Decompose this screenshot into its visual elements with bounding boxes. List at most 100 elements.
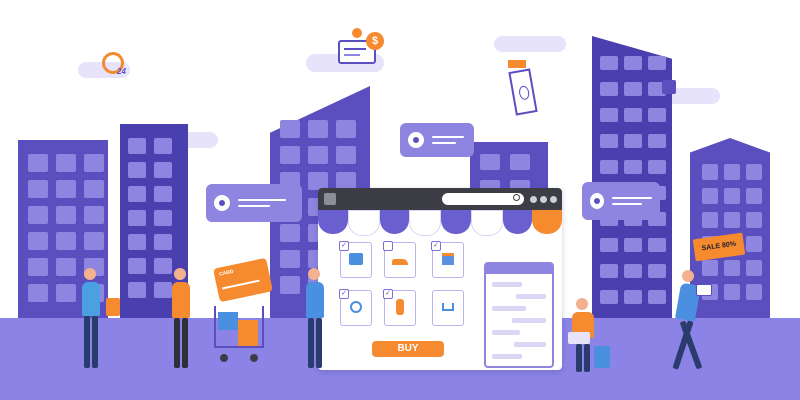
megaphone-icon <box>696 284 712 296</box>
building-window <box>128 234 146 250</box>
chat-bubble <box>582 182 660 220</box>
shoe-icon <box>392 259 408 265</box>
building-window <box>56 154 76 172</box>
product-tile[interactable]: ✓ <box>431 241 464 278</box>
window-dot <box>550 196 557 203</box>
building-window <box>702 164 718 180</box>
search-icon[interactable] <box>513 194 520 201</box>
window-dot <box>530 196 537 203</box>
building-window <box>746 236 762 252</box>
building-window <box>280 250 300 268</box>
building-window <box>624 290 642 304</box>
building-window <box>702 212 718 228</box>
building-window <box>154 186 172 202</box>
building-window <box>154 162 172 178</box>
building-window <box>128 138 146 154</box>
credit-card: CARD <box>213 257 273 303</box>
checkbox[interactable] <box>383 241 393 251</box>
building-window <box>154 234 172 250</box>
cashier <box>296 268 332 372</box>
tshirt-icon <box>349 253 363 265</box>
building-window <box>724 164 740 180</box>
building-window <box>28 232 48 250</box>
card-label: CARD <box>218 268 235 278</box>
building-window <box>56 206 76 224</box>
building-window <box>702 188 718 204</box>
building-window <box>724 212 740 228</box>
building-window <box>624 82 642 96</box>
search-input[interactable] <box>442 193 524 205</box>
building-window <box>648 160 666 174</box>
cloud <box>494 36 566 52</box>
buy-button[interactable]: BUY <box>372 341 444 357</box>
building-window <box>280 120 300 138</box>
building-window <box>624 134 642 148</box>
building-window <box>28 284 48 302</box>
building-window <box>600 108 618 122</box>
building-window <box>128 282 146 298</box>
product-tile[interactable] <box>432 290 464 326</box>
product-tile[interactable]: ✓ <box>339 289 372 326</box>
ring-icon <box>350 301 362 313</box>
dollar-coin-icon: $ <box>366 32 384 50</box>
building-window <box>84 232 104 250</box>
checkbox[interactable]: ✓ <box>431 241 441 251</box>
chat-bubble <box>206 184 302 222</box>
building-window <box>336 146 356 164</box>
store-awning <box>318 210 562 236</box>
building-window <box>28 206 48 224</box>
ecommerce-illustration: 24 $ ✓ ✓ ✓ ✓ BUY CARD SALE 80% <box>0 0 800 400</box>
checkbox[interactable]: ✓ <box>339 241 349 251</box>
building-window <box>648 134 666 148</box>
chat-bubble <box>400 123 474 157</box>
product-tile[interactable]: ✓ <box>383 289 416 326</box>
building-window <box>128 186 146 202</box>
running-man-with-megaphone <box>658 270 712 374</box>
menu-icon[interactable] <box>324 193 336 205</box>
user-icon <box>214 195 230 211</box>
building-window <box>624 56 642 70</box>
building-window <box>28 154 48 172</box>
clock-label: 24 <box>117 67 126 76</box>
building-window <box>84 154 104 172</box>
browser-titlebar <box>318 188 562 210</box>
building-window <box>724 260 740 276</box>
chat-panel <box>484 262 554 368</box>
cart-icon <box>442 303 454 311</box>
user-icon <box>408 132 424 148</box>
chat-header <box>486 264 552 274</box>
building-window <box>336 120 356 138</box>
gift-icon <box>442 253 454 265</box>
building-window <box>746 164 762 180</box>
building-window <box>280 146 300 164</box>
building-window <box>128 258 146 274</box>
building-window <box>600 160 618 174</box>
building-window <box>56 180 76 198</box>
building-window <box>746 260 762 276</box>
building-window <box>600 56 618 70</box>
building-window <box>624 160 642 174</box>
building-window <box>308 120 328 138</box>
building-window <box>28 180 48 198</box>
watch-icon <box>396 299 404 315</box>
building-window <box>600 134 618 148</box>
building-window <box>724 284 740 300</box>
building-window <box>648 56 666 70</box>
shopper-with-bag <box>66 268 126 372</box>
checkbox[interactable]: ✓ <box>383 289 393 299</box>
building-window <box>84 180 104 198</box>
building-window <box>154 138 172 154</box>
building-window <box>28 258 48 276</box>
building-window <box>280 224 300 242</box>
product-tile[interactable] <box>383 241 416 278</box>
building-window <box>648 238 666 252</box>
building-window <box>84 206 104 224</box>
building-window <box>624 264 642 278</box>
checkbox[interactable]: ✓ <box>339 289 349 299</box>
building-window <box>600 238 618 252</box>
money-bill-icon <box>508 68 538 116</box>
product-tile[interactable]: ✓ <box>339 241 372 278</box>
building-window <box>510 154 530 170</box>
shopping-cart <box>210 306 268 366</box>
building-window <box>480 154 500 170</box>
